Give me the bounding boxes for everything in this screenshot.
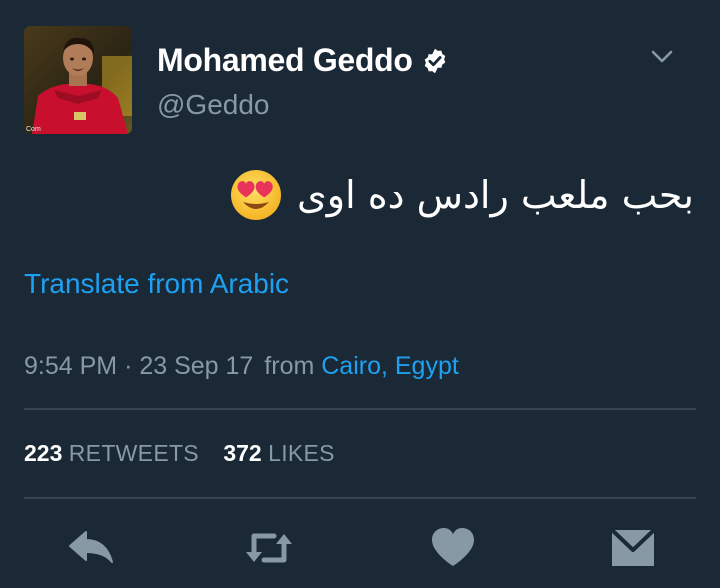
avatar-image: Com <box>24 26 132 134</box>
author-name-row: Mohamed Geddo <box>157 42 449 79</box>
user-handle[interactable]: @Geddo <box>157 89 270 121</box>
verified-badge-icon <box>424 48 445 73</box>
retweets-label: RETWEETS <box>68 440 199 466</box>
tweet-time: 9:54 PM <box>24 352 118 380</box>
from-label: from <box>264 352 315 380</box>
chevron-down-icon[interactable] <box>648 42 676 70</box>
tweet-stats: 223 RETWEETS 372 LIKES <box>24 440 335 467</box>
avatar-watermark: Com <box>26 126 41 133</box>
divider <box>24 497 696 499</box>
tweet-date: 23 Sep 17 <box>139 352 254 380</box>
retweets-count: 223 <box>24 440 63 466</box>
tweet-body: بحب ملعب رادس ده اوى <box>229 168 694 222</box>
like-icon[interactable] <box>428 526 478 570</box>
display-name[interactable]: Mohamed Geddo <box>157 42 413 79</box>
retweets-stat[interactable]: 223 RETWEETS <box>24 440 205 466</box>
likes-stat[interactable]: 372 LIKES <box>223 440 334 466</box>
reply-icon[interactable] <box>66 526 116 570</box>
meta-separator: · <box>124 352 133 380</box>
avatar[interactable]: Com <box>24 26 132 134</box>
translate-link[interactable]: Translate from Arabic <box>24 268 289 300</box>
tweet-text: بحب ملعب رادس ده اوى <box>296 173 694 217</box>
tweet-meta: 9:54 PM · 23 Sep 17 from Cairo, Egypt <box>24 352 459 381</box>
retweet-icon[interactable] <box>244 526 294 570</box>
direct-message-icon[interactable] <box>608 526 658 570</box>
divider <box>24 408 696 410</box>
tweet-location[interactable]: Cairo, Egypt <box>321 352 459 380</box>
likes-count: 372 <box>223 440 262 466</box>
heart-eyes-emoji-icon <box>230 170 281 220</box>
likes-label: LIKES <box>268 440 335 466</box>
